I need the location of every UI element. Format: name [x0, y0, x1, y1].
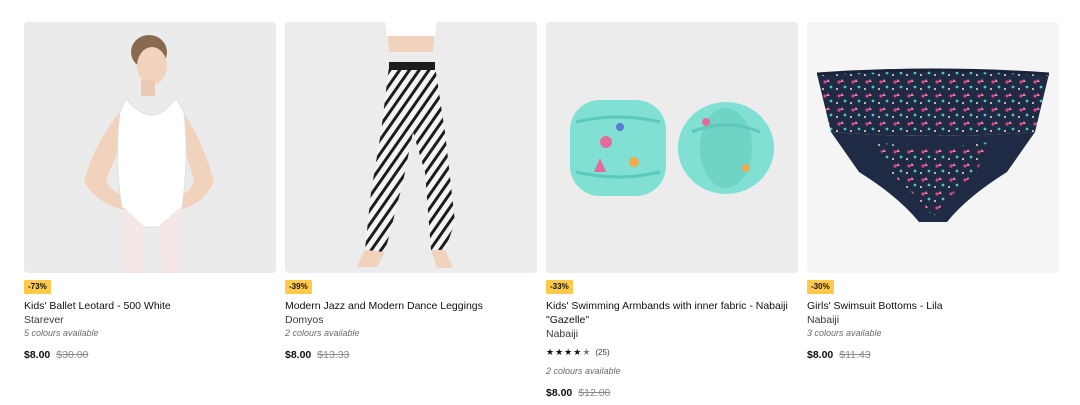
- product-image-dance-leggings[interactable]: [285, 22, 537, 273]
- product-image-swimming-armbands[interactable]: [546, 22, 798, 273]
- product-brand: Nabaiji: [546, 328, 579, 340]
- colour-availability: 2 colours available: [546, 366, 621, 376]
- swimsuit-bottoms-photo-icon: [807, 22, 1059, 273]
- star-icon: ★: [573, 347, 582, 357]
- product-brand: Domyos: [285, 314, 324, 326]
- current-price: $8.00: [807, 349, 834, 361]
- product-card[interactable]: -73% Kids' Ballet Leotard - 500 White St…: [24, 22, 276, 399]
- current-price: $8.00: [285, 349, 312, 361]
- dance-leggings-photo-icon: [285, 22, 537, 273]
- price-row: $8.00 $13.33: [285, 349, 537, 361]
- swimming-armbands-photo-icon: [546, 22, 798, 273]
- product-rating[interactable]: ★ ★ ★ ★ ★ (25): [546, 346, 798, 358]
- product-title[interactable]: Kids' Ballet Leotard - 500 White: [24, 299, 276, 313]
- star-icon: ★: [546, 347, 555, 357]
- ballet-leotard-photo-icon: [24, 22, 276, 273]
- product-title[interactable]: Kids' Swimming Armbands with inner fabri…: [546, 299, 798, 327]
- product-image-swimsuit-bottoms[interactable]: [807, 22, 1059, 273]
- star-icon: ★: [555, 347, 564, 357]
- star-icon: ★: [564, 347, 573, 357]
- product-title[interactable]: Girls' Swimsuit Bottoms - Lila: [807, 299, 1059, 313]
- colour-availability: 5 colours available: [24, 328, 99, 338]
- product-brand: Nabaiji: [807, 314, 840, 326]
- current-price: $8.00: [546, 387, 573, 399]
- discount-badge: -39%: [285, 280, 312, 294]
- product-grid: -73% Kids' Ballet Leotard - 500 White St…: [24, 22, 1059, 399]
- discount-badge: -30%: [807, 280, 834, 294]
- product-title[interactable]: Modern Jazz and Modern Dance Leggings: [285, 299, 537, 313]
- original-price: $30.00: [56, 349, 89, 361]
- price-row: $8.00 $30.00: [24, 349, 276, 361]
- product-card[interactable]: -30% Girls' Swimsuit Bottoms - Lila Naba…: [807, 22, 1059, 399]
- review-count: (25): [595, 347, 610, 357]
- product-image-ballet-leotard[interactable]: [24, 22, 276, 273]
- price-row: $8.00 $11.43: [807, 349, 1059, 361]
- discount-badge: -73%: [24, 280, 51, 294]
- original-price: $11.43: [839, 349, 871, 361]
- product-card[interactable]: -39% Modern Jazz and Modern Dance Leggin…: [285, 22, 537, 399]
- rating-stars: ★ ★ ★ ★ ★: [546, 347, 590, 357]
- original-price: $13.33: [317, 349, 350, 361]
- colour-availability: 3 colours available: [807, 328, 882, 338]
- discount-badge: -33%: [546, 280, 573, 294]
- half-star-icon: ★: [582, 347, 591, 357]
- current-price: $8.00: [24, 349, 51, 361]
- product-card[interactable]: -33% Kids' Swimming Armbands with inner …: [546, 22, 798, 399]
- original-price: $12.00: [578, 387, 611, 399]
- price-row: $8.00 $12.00: [546, 387, 798, 399]
- product-brand: Starever: [24, 314, 64, 326]
- colour-availability: 2 colours available: [285, 328, 360, 338]
